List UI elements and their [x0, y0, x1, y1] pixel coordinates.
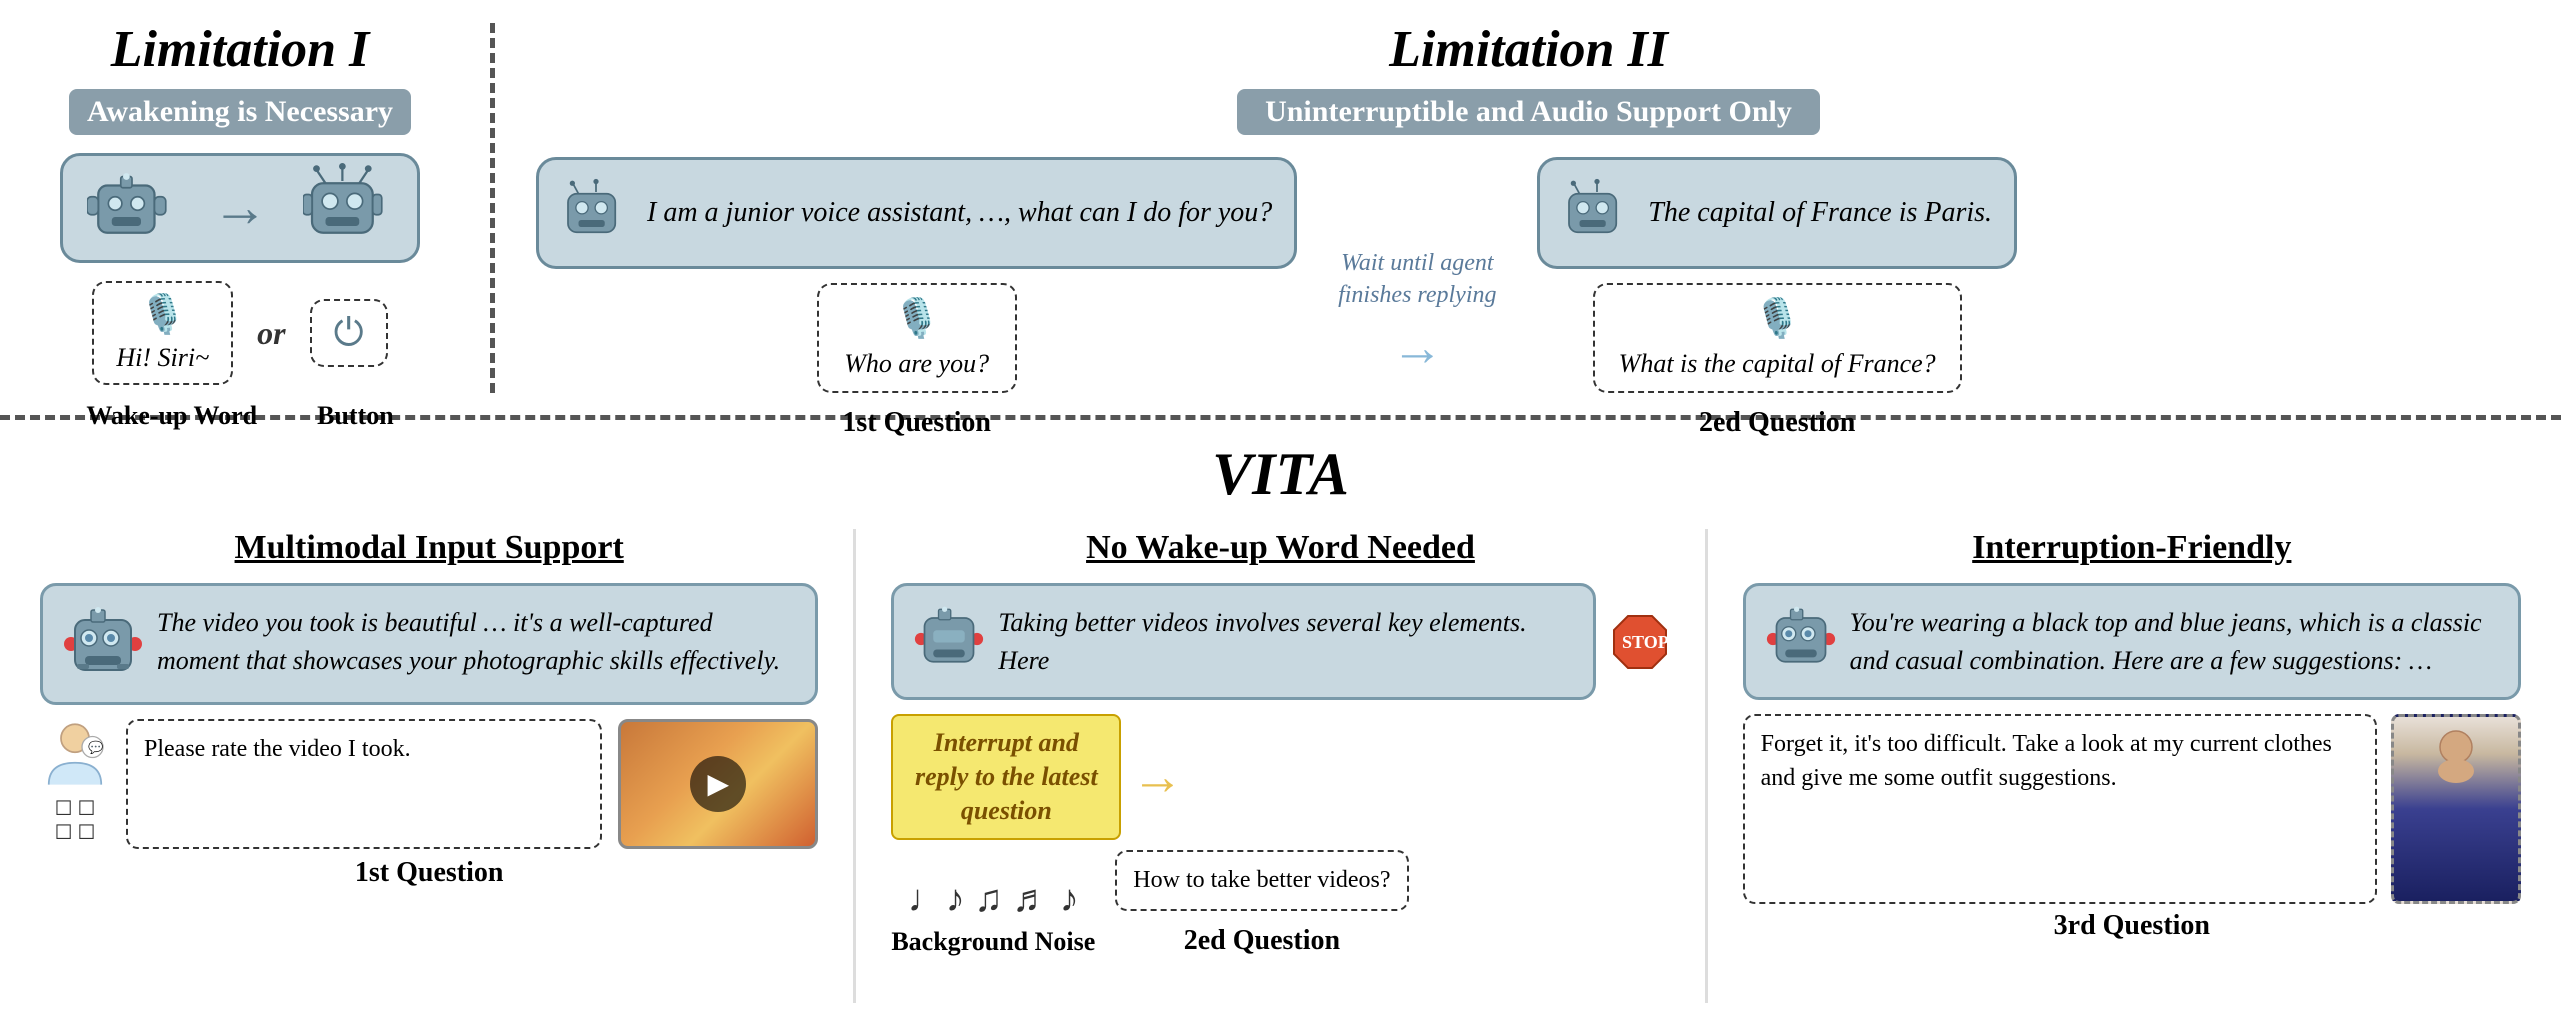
- vita-col1-response-box: The video you took is beautiful … it's a…: [40, 583, 818, 705]
- or-label: or: [257, 315, 285, 352]
- vita-col3-q3-box: Forget it, it's too difficult. Take a lo…: [1743, 714, 2377, 904]
- wakeup-row: 🎙️ Hi! Siri~ or ⏻: [92, 281, 387, 385]
- vita-col2-response-box: Taking better videos involves several ke…: [891, 583, 1595, 700]
- wakeup-word-box: 🎙️ Hi! Siri~: [92, 281, 233, 385]
- button-box: ⏻: [310, 299, 388, 367]
- vita-col1-question-box: Please rate the video I took.: [126, 719, 602, 849]
- mic-icon: 🎙️: [139, 293, 186, 337]
- vita-col3-response-box: You're wearing a black top and blue jean…: [1743, 583, 2521, 700]
- vita-title: VITA: [40, 440, 2521, 509]
- robot-right-icon: [303, 163, 393, 253]
- lim2-q1-text: Who are you?: [844, 349, 989, 379]
- col-divider-2: [1705, 529, 1708, 1003]
- lim2-mic-icon: 🎙️: [893, 297, 940, 341]
- vita-col1-response-text: The video you took is beautiful … it's a…: [157, 604, 795, 679]
- lim2-agent-col: I am a junior voice assistant, …, what c…: [536, 157, 1297, 439]
- vita-col3-title: Interruption-Friendly: [1972, 529, 2291, 567]
- top-section: Limitation I Awakening is Necessary →: [0, 0, 2561, 420]
- vita-col1-title: Multimodal Input Support: [235, 529, 624, 567]
- agent-robot-2-icon: [1562, 178, 1632, 248]
- agent-robot-icon: [561, 178, 631, 248]
- vita-col2-title: No Wake-up Word Needed: [1086, 529, 1475, 567]
- agent-speech-box: I am a junior voice assistant, …, what c…: [536, 157, 1297, 269]
- vita-col3-q3-label: 3rd Question: [2054, 910, 2210, 942]
- limitation-2: Limitation II Uninterruptible and Audio …: [526, 20, 2521, 395]
- vita-col1-question-text: Please rate the video I took.: [144, 733, 584, 767]
- vita-col3-bottom: Forget it, it's too difficult. Take a lo…: [1743, 714, 2521, 904]
- main-container: Limitation I Awakening is Necessary →: [0, 0, 2561, 1023]
- vita-col3-response-text: You're wearing a black top and blue jean…: [1850, 604, 2498, 679]
- robot-left-icon: [87, 163, 177, 253]
- vita-col-nowakeup: No Wake-up Word Needed Taki: [891, 529, 1669, 1003]
- vita-user-col: 💬 ☐ ☐☐ ☐: [40, 719, 110, 849]
- lim2-mic2-icon: 🎙️: [1754, 297, 1801, 341]
- noise-label: Background Noise: [891, 927, 1095, 957]
- vita-robot-icon: [63, 604, 143, 684]
- lim2-subtitle-badge: Uninterruptible and Audio Support Only: [1237, 89, 1820, 135]
- person-head-icon: [2426, 725, 2486, 785]
- vita-columns: Multimodal Input Support: [40, 529, 2521, 1003]
- noise-box: ♩♪ ♫ ♬ ♪ Background Noise: [891, 877, 1095, 957]
- blue-arrow-icon: →: [1391, 319, 1443, 378]
- vita-robot3-icon: [1766, 604, 1836, 674]
- vita-col-interruption: Interruption-Friendly: [1743, 529, 2521, 1003]
- interrupt-badge: Interrupt and reply to the latest questi…: [891, 714, 1121, 839]
- wakeup-text: Hi! Siri~: [116, 343, 209, 373]
- vita-col2-q2-label: 2ed Question: [1184, 925, 1340, 957]
- user-icons-small: ☐ ☐☐ ☐: [55, 797, 96, 845]
- vita-section: VITA Multimodal Input Support: [0, 420, 2561, 1023]
- arrow-right-icon: →: [195, 176, 285, 240]
- lim2-answer-col: The capital of France is Paris. 🎙️ What …: [1537, 157, 2017, 439]
- vita-col2-q2-box: How to take better videos?: [1115, 850, 1408, 912]
- vita-col1-q-label: 1st Question: [355, 857, 504, 889]
- lim2-q2-text: What is the capital of France?: [1619, 349, 1936, 379]
- lim2-title: Limitation II: [1389, 20, 1668, 79]
- vita-col3-q3-text: Forget it, it's too difficult. Take a lo…: [1761, 728, 2359, 795]
- user-avatar-icon: 💬: [40, 719, 110, 789]
- agent-answer-text: The capital of France is Paris.: [1648, 193, 1992, 232]
- agent-speech-text: I am a junior voice assistant, …, what c…: [647, 193, 1272, 232]
- video-col: ▶: [618, 719, 818, 849]
- music-notes-icon: ♩♪ ♫ ♬ ♪: [908, 877, 1079, 921]
- lim2-q2-box: 🎙️ What is the capital of France?: [1593, 283, 1962, 393]
- lim2-q1-box: 🎙️ Who are you?: [817, 283, 1017, 393]
- vita-col-multimodal: Multimodal Input Support: [40, 529, 818, 1003]
- play-button-icon[interactable]: ▶: [690, 756, 746, 812]
- vita-col1-bottom: 💬 ☐ ☐☐ ☐ Please rate the video I took. ▶: [40, 719, 818, 849]
- orange-arrow-icon: →: [1131, 748, 1183, 807]
- svg-text:STOP: STOP: [1622, 632, 1669, 652]
- lim1-subtitle-badge: Awakening is Necessary: [69, 89, 411, 135]
- vita-col2-flow: Taking better videos involves several ke…: [891, 583, 1669, 700]
- wait-arrow-box: Wait until agent finishes replying →: [1317, 218, 1517, 377]
- svg-text:💬: 💬: [88, 739, 103, 754]
- person-photo: [2391, 714, 2521, 904]
- vita-col2-bottom: ♩♪ ♫ ♬ ♪ Background Noise How to take be…: [891, 850, 1669, 958]
- col-divider-1: [853, 529, 856, 1003]
- section-divider: [490, 23, 496, 393]
- vita-col2-q2-col: How to take better videos? 2ed Question: [1115, 850, 1408, 958]
- agent-answer-box: The capital of France is Paris.: [1537, 157, 2017, 269]
- vita-robot2-icon: [914, 604, 984, 674]
- stop-icon: STOP: [1610, 612, 1670, 672]
- interrupt-row: Interrupt and reply to the latest questi…: [891, 714, 1669, 839]
- vita-col2-q2-text: How to take better videos?: [1133, 864, 1390, 898]
- power-icon: ⏻: [334, 311, 364, 355]
- lim1-title: Limitation I: [111, 20, 370, 79]
- video-thumbnail: ▶: [618, 719, 818, 849]
- lim2-flow: I am a junior voice assistant, …, what c…: [536, 157, 2521, 439]
- robot-arrow-box: →: [60, 153, 420, 263]
- vita-col2-response-text: Taking better videos involves several ke…: [998, 604, 1572, 679]
- limitation-1: Limitation I Awakening is Necessary →: [40, 20, 460, 395]
- wait-label: Wait until agent finishes replying: [1317, 248, 1517, 310]
